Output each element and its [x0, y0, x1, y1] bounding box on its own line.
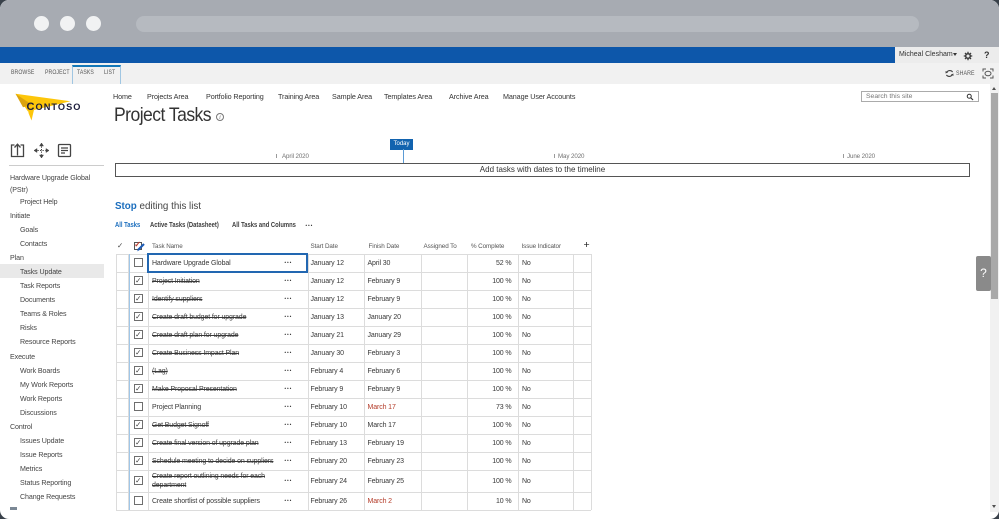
svg-text:CONTOSO: CONTOSO: [27, 101, 82, 113]
